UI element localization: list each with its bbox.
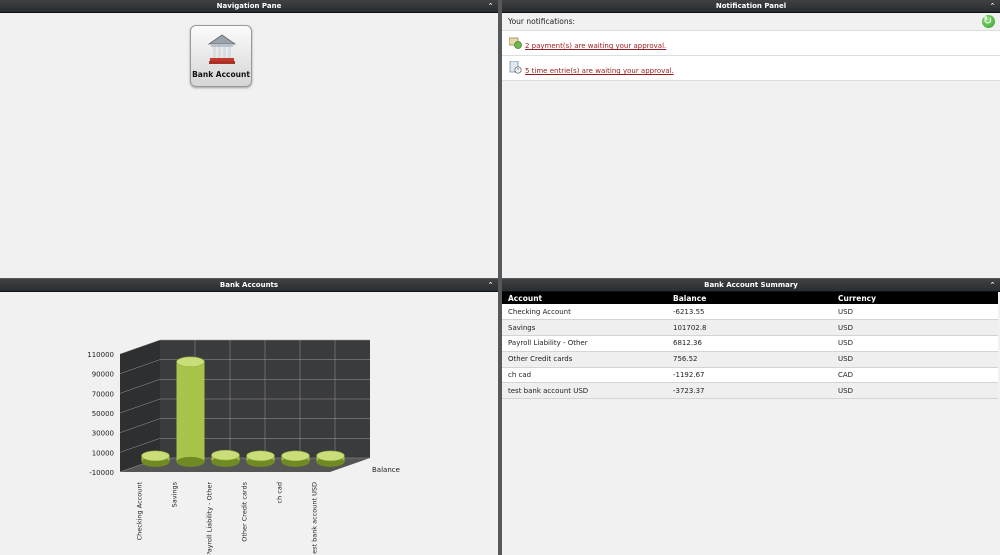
balance-cell: -1192.67 bbox=[667, 367, 832, 384]
bar-top bbox=[141, 450, 170, 462]
legend-label: Balance bbox=[372, 466, 400, 474]
bank-accounts-panel: Bank Accounts ⌃ 110000 90000 70000 50000 300… bbox=[0, 279, 498, 555]
x-tick-label: test bank account USD bbox=[311, 482, 319, 554]
y-tick-label: 50000 bbox=[92, 410, 114, 418]
summary-header-row: Account Balance Currency bbox=[502, 292, 998, 304]
navigation-pane-title: Navigation Pane bbox=[216, 2, 282, 10]
balance-cell: -6213.55 bbox=[667, 304, 832, 321]
balance-cell: 6812.36 bbox=[667, 335, 832, 352]
bank-account-summary-panel: Bank Account Summary ⌃ Account Balance C… bbox=[502, 279, 1000, 555]
x-tick-label: Savings bbox=[171, 481, 179, 507]
bar-top bbox=[176, 356, 205, 368]
time-entry-icon bbox=[509, 61, 522, 74]
bar-top bbox=[211, 449, 240, 461]
bank-account-summary-title: Bank Account Summary bbox=[704, 281, 798, 289]
payments-approval-link[interactable]: 2 payment(s) are waiting your approval. bbox=[525, 42, 666, 50]
payment-icon bbox=[509, 37, 522, 49]
column-header-currency[interactable]: Currency bbox=[832, 292, 998, 304]
bar-top bbox=[281, 450, 310, 462]
balance-cell: 101702.8 bbox=[667, 319, 832, 337]
currency-cell: USD bbox=[832, 351, 998, 368]
x-tick-label: Other Credit cards bbox=[241, 481, 249, 541]
time-entries-approval-link[interactable]: 5 time entrie(s) are waiting your approv… bbox=[525, 67, 674, 75]
bar-top bbox=[246, 450, 275, 462]
x-tick-label: Checking Account bbox=[136, 482, 144, 541]
y-tick-label: 70000 bbox=[92, 390, 114, 398]
collapse-icon[interactable]: ⌃ bbox=[486, 0, 495, 13]
y-tick-label: 30000 bbox=[92, 430, 114, 438]
notification-panel: Notification Panel ⌃ Your notifications:… bbox=[502, 0, 1000, 278]
bar-top bbox=[316, 450, 345, 462]
bank-account-button[interactable]: Bank Account bbox=[190, 25, 252, 87]
navigation-pane-header: Navigation Pane ⌃ bbox=[0, 0, 498, 13]
table-row[interactable]: Checking Account -6213.55 USD bbox=[502, 304, 998, 321]
summary-table: Account Balance Currency Checking Accoun… bbox=[502, 292, 998, 400]
x-tick-label: ch cad bbox=[276, 482, 284, 503]
balance-cell: 756.52 bbox=[667, 351, 832, 368]
column-header-account[interactable]: Account bbox=[502, 292, 667, 304]
bank-account-label: Bank Account bbox=[192, 70, 250, 79]
bar bbox=[176, 361, 205, 462]
currency-cell: CAD bbox=[832, 367, 998, 384]
x-tick-label: Payroll Liability - Other bbox=[206, 482, 214, 554]
table-row[interactable]: Other Credit cards 756.52 USD bbox=[502, 351, 998, 368]
currency-cell: USD bbox=[832, 319, 998, 337]
y-tick-label: -10000 bbox=[89, 469, 114, 477]
account-cell: ch cad bbox=[502, 367, 667, 384]
balance-cell: -3723.37 bbox=[667, 382, 832, 400]
account-cell: test bank account USD bbox=[502, 382, 667, 400]
collapse-icon[interactable]: ⌃ bbox=[486, 279, 495, 292]
collapse-icon[interactable]: ⌃ bbox=[988, 279, 997, 292]
table-row[interactable]: Payroll Liability - Other 6812.36 USD bbox=[502, 335, 998, 352]
bank-building-icon bbox=[207, 34, 237, 64]
y-tick-label: 90000 bbox=[92, 371, 114, 379]
notifications-heading: Your notifications: bbox=[508, 17, 576, 26]
currency-cell: USD bbox=[832, 304, 998, 321]
bank-accounts-title: Bank Accounts bbox=[219, 281, 279, 289]
account-cell: Other Credit cards bbox=[502, 351, 667, 368]
table-row[interactable]: Savings 101702.8 USD bbox=[502, 319, 998, 337]
bank-accounts-header: Bank Accounts ⌃ bbox=[0, 279, 498, 292]
account-cell: Savings bbox=[502, 319, 667, 337]
notification-panel-title: Notification Panel bbox=[715, 2, 787, 10]
currency-cell: USD bbox=[832, 335, 998, 352]
account-cell: Checking Account bbox=[502, 304, 667, 321]
y-tick-label: 10000 bbox=[92, 449, 114, 457]
account-cell: Payroll Liability - Other bbox=[502, 335, 667, 352]
notification-item: 2 payment(s) are waiting your approval. bbox=[502, 31, 1000, 56]
notifications-heading-row: Your notifications: bbox=[502, 12, 1000, 31]
table-row[interactable]: test bank account USD -3723.37 USD bbox=[502, 382, 998, 400]
notification-item: 5 time entrie(s) are waiting your approv… bbox=[502, 56, 1000, 81]
column-header-balance[interactable]: Balance bbox=[667, 292, 832, 304]
bar-base bbox=[176, 456, 205, 467]
navigation-pane: Navigation Pane ⌃ Bank Account bbox=[0, 0, 498, 278]
table-row[interactable]: ch cad -1192.67 CAD bbox=[502, 367, 998, 384]
bank-account-summary-header: Bank Account Summary ⌃ bbox=[502, 279, 1000, 292]
bank-accounts-chart: 110000 90000 70000 50000 30000 10000 -10000 Che… bbox=[87, 339, 400, 555]
currency-cell: USD bbox=[832, 382, 998, 400]
notification-panel-header: Notification Panel ⌃ bbox=[502, 0, 1000, 13]
y-tick-label: 110000 bbox=[87, 351, 114, 359]
refresh-icon[interactable] bbox=[982, 12, 995, 30]
